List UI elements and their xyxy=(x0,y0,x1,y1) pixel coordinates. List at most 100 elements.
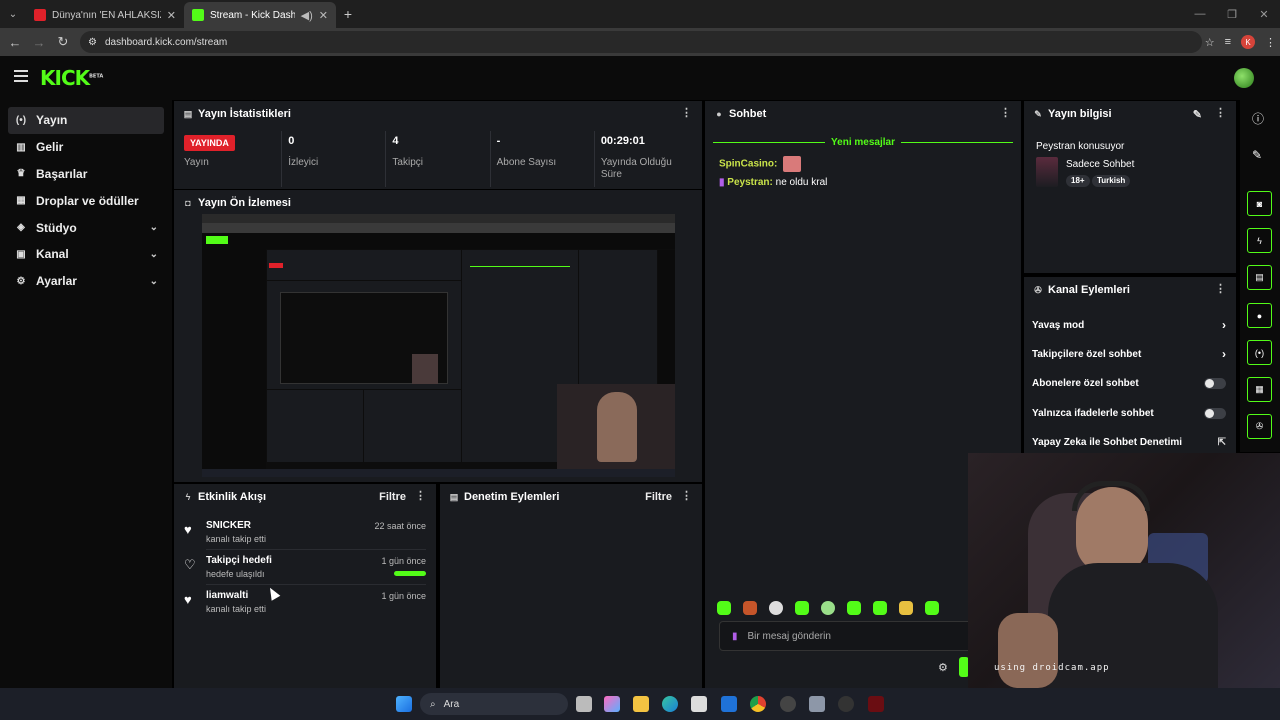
close-tab-icon[interactable]: ✕ xyxy=(167,9,176,22)
panel-title: Kanal Eylemleri xyxy=(1048,284,1130,296)
panel-header: ◘ Yayın Ön İzlemesi xyxy=(174,190,702,216)
channel-action-followers-only[interactable]: Takipçilere özel sohbet › xyxy=(1032,344,1226,364)
emote-icon[interactable] xyxy=(717,601,731,615)
start-windows-icon[interactable] xyxy=(396,696,412,712)
trophy-icon: ♛ xyxy=(16,168,26,180)
filter-button[interactable]: Filtre xyxy=(379,491,406,503)
broadcast-widget-button[interactable]: (•) xyxy=(1247,340,1272,365)
browser-tab-kick[interactable]: Stream - Kick Dashboard ◀) ✕ xyxy=(184,2,336,28)
speaker-icon[interactable]: ◀) xyxy=(301,9,313,22)
mail-icon[interactable] xyxy=(721,696,737,712)
emote-icon[interactable] xyxy=(821,601,835,615)
maximize-icon[interactable]: ❐ xyxy=(1216,8,1248,21)
close-window-icon[interactable]: ✕ xyxy=(1248,8,1280,21)
user-avatar[interactable] xyxy=(1234,68,1254,88)
copilot-icon[interactable] xyxy=(604,696,620,712)
lightning-widget-button[interactable]: ϟ xyxy=(1247,228,1272,253)
info-icon[interactable]: ⓘ xyxy=(1252,110,1264,127)
channel-icon: ▣ xyxy=(16,248,26,260)
url-field[interactable]: ⚙ dashboard.kick.com/stream xyxy=(80,31,1202,53)
sidebar-item-label: Gelir xyxy=(36,140,64,155)
store-icon[interactable] xyxy=(691,696,707,712)
app-icon[interactable] xyxy=(838,696,854,712)
minimize-icon[interactable]: — xyxy=(1184,8,1216,20)
forward-icon[interactable]: → xyxy=(27,35,51,50)
sidebar-item-droplar[interactable]: ▦ Droplar ve ödüller xyxy=(8,187,164,214)
channel-action-ai-moderation[interactable]: Yapay Zeka ile Sohbet Denetimi ⇱ xyxy=(1032,432,1226,452)
chrome-icon[interactable] xyxy=(750,696,766,712)
profile-avatar[interactable]: K xyxy=(1241,35,1255,49)
sidebar-item-gelir[interactable]: ▥ Gelir xyxy=(8,134,164,161)
sidebar-item-yayin[interactable]: (•) Yayın xyxy=(8,107,164,134)
settings-app-icon[interactable] xyxy=(809,696,825,712)
chat-username[interactable]: Peystran: xyxy=(727,177,773,188)
emote-icon[interactable] xyxy=(769,601,783,615)
filter-button[interactable]: Filtre xyxy=(645,491,672,503)
stream-title: Peystran konusuyor xyxy=(1036,141,1125,152)
category-thumbnail xyxy=(1036,157,1058,187)
browser-menu-icon[interactable]: ⋮ xyxy=(1265,36,1276,49)
tab-search-dropdown-icon[interactable]: ⌄ xyxy=(0,0,26,28)
layout-widget-button[interactable]: ▦ xyxy=(1247,377,1272,402)
pencil-icon[interactable]: ✎ xyxy=(1252,148,1262,162)
more-options-icon[interactable]: ⋮ xyxy=(681,108,692,119)
site-info-icon[interactable]: ⚙ xyxy=(88,37,97,48)
file-explorer-icon[interactable] xyxy=(633,696,649,712)
emote-icon[interactable] xyxy=(847,601,861,615)
more-options-icon[interactable]: ⋮ xyxy=(1215,284,1226,295)
more-options-icon[interactable]: ⋮ xyxy=(681,491,692,502)
browser-tab-youtube[interactable]: Dünya'nın 'EN AHLAKSIZ' Biline ✕ xyxy=(26,2,184,28)
taskbar-search[interactable]: ⌕ Ara xyxy=(420,693,568,715)
back-icon[interactable]: ← xyxy=(3,35,27,50)
chat-widget-button[interactable]: ● xyxy=(1247,303,1272,328)
chat-settings-gear-icon[interactable]: ⚙ xyxy=(938,661,948,674)
stream-preview-video[interactable] xyxy=(202,214,675,477)
task-view-icon[interactable] xyxy=(576,696,592,712)
camera-widget-button[interactable]: ◙ xyxy=(1247,191,1272,216)
sidebar-item-ayarlar[interactable]: ⚙ Ayarlar ⌄ xyxy=(8,268,164,295)
emote-icon[interactable] xyxy=(795,601,809,615)
chat-username[interactable]: SpinCasino: xyxy=(719,159,777,170)
emote-icon[interactable] xyxy=(899,601,913,615)
panel-header: ● Sohbet ⋮ xyxy=(705,101,1021,127)
edge-icon[interactable] xyxy=(662,696,678,712)
app-red-icon[interactable] xyxy=(868,696,884,712)
hamburger-menu-icon[interactable] xyxy=(14,70,28,85)
bookmark-star-icon[interactable]: ☆ xyxy=(1205,36,1215,49)
chat-input[interactable]: ▮ Bir mesaj gönderin xyxy=(719,621,979,651)
tag-badge: Turkish xyxy=(1092,175,1131,187)
channel-action-emotes-only: Yalnızca ifadelerle sohbet xyxy=(1032,403,1226,423)
sidebar-item-studyo[interactable]: ◈ Stüdyo ⌄ xyxy=(8,214,164,241)
new-tab-button[interactable]: + xyxy=(336,6,360,22)
media-control-icon[interactable]: ≡ xyxy=(1225,36,1231,48)
wrench-widget-button[interactable]: ✇ xyxy=(1247,414,1272,439)
emote-icon[interactable] xyxy=(873,601,887,615)
new-messages-divider[interactable]: Yeni mesajlar xyxy=(713,136,1013,148)
subscribers-only-toggle[interactable] xyxy=(1204,377,1226,389)
emote-icon[interactable] xyxy=(743,601,757,615)
more-options-icon[interactable]: ⋮ xyxy=(1000,108,1011,119)
channel-action-slow-mode[interactable]: Yavaş mod › xyxy=(1032,315,1226,335)
obs-icon[interactable] xyxy=(780,696,796,712)
kick-logo[interactable]: KICKBETA xyxy=(40,66,103,90)
chevron-down-icon: ⌄ xyxy=(149,222,158,234)
action-label: Yapay Zeka ile Sohbet Denetimi xyxy=(1032,436,1183,448)
goal-progress-bar xyxy=(394,571,426,576)
reload-icon[interactable]: ↻ xyxy=(51,34,75,50)
panel-title: Yayın bilgisi xyxy=(1048,108,1112,120)
sidebar-item-kanal[interactable]: ▣ Kanal ⌄ xyxy=(8,241,164,268)
preview-person xyxy=(597,392,637,462)
more-options-icon[interactable]: ⋮ xyxy=(415,491,426,502)
close-tab-icon[interactable]: ✕ xyxy=(319,9,328,22)
document-widget-button[interactable]: ▤ xyxy=(1247,265,1272,290)
tab-title: Dünya'nın 'EN AHLAKSIZ' Biline xyxy=(52,9,161,21)
more-options-icon[interactable]: ⋮ xyxy=(1215,108,1226,119)
action-label: Yalnızca ifadelerle sohbet xyxy=(1032,407,1154,419)
chat-bubble-icon: ● xyxy=(716,109,722,119)
emote-icon[interactable] xyxy=(925,601,939,615)
heart-icon: ♥ xyxy=(184,592,192,607)
emotes-only-toggle[interactable] xyxy=(1204,407,1226,419)
edit-pencil-icon[interactable]: ✎ xyxy=(1193,108,1202,121)
stream-category[interactable]: Sadece Sohbet xyxy=(1066,159,1134,170)
sidebar-item-basarilar[interactable]: ♛ Başarılar xyxy=(8,161,164,188)
